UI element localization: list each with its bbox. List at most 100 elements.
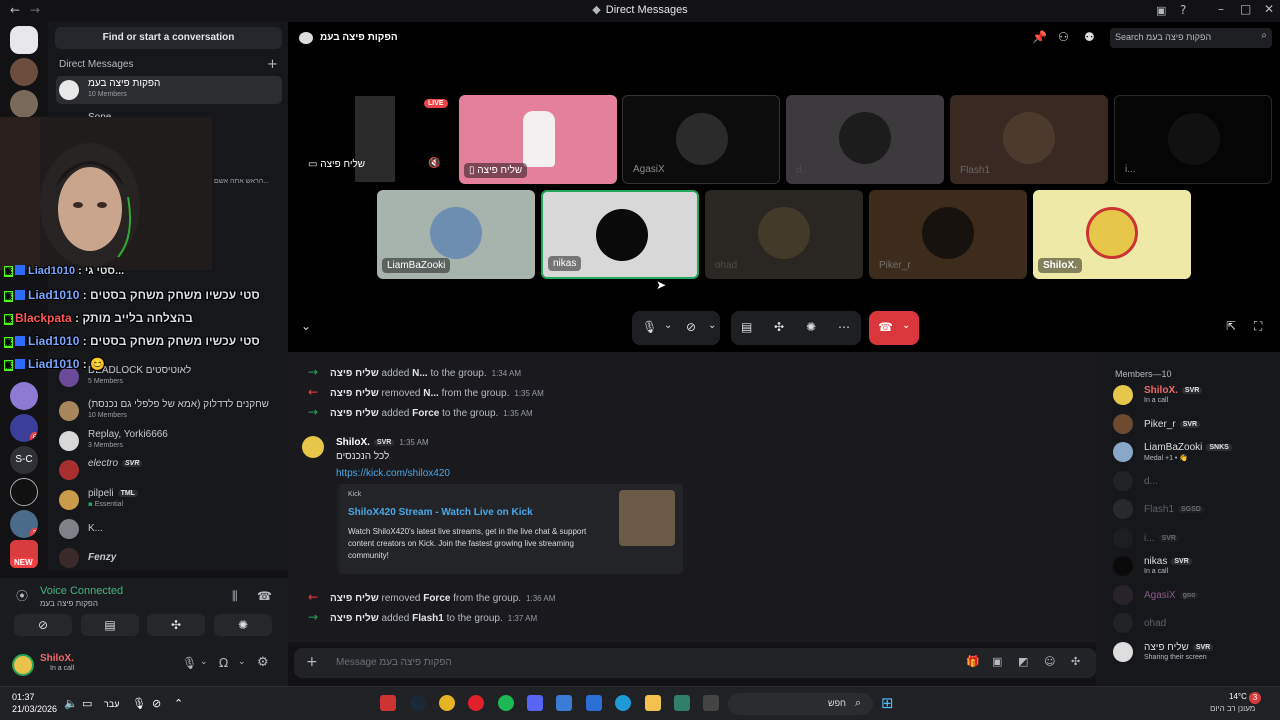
- input-language[interactable]: עבר: [104, 699, 119, 709]
- edge-icon[interactable]: [615, 695, 631, 711]
- add-dm-icon[interactable]: +: [267, 58, 278, 71]
- store-icon[interactable]: [586, 695, 602, 711]
- server-avatar[interactable]: [10, 58, 38, 86]
- dm-item[interactable]: Fenzy: [56, 544, 282, 572]
- fullscreen-icon[interactable]: ⛶: [1254, 320, 1262, 332]
- app-icon[interactable]: [674, 695, 690, 711]
- video-tile[interactable]: Flash1: [950, 95, 1108, 184]
- dm-item[interactable]: electro SVR: [56, 456, 282, 484]
- chevron-down-icon[interactable]: ⌄: [238, 658, 246, 667]
- server-avatar[interactable]: [10, 478, 38, 506]
- member-item[interactable]: AgasiX goo: [1113, 582, 1278, 608]
- chrome-icon[interactable]: [439, 695, 455, 711]
- embed-title[interactable]: ShiloX420 Stream - Watch Live on Kick: [348, 507, 533, 518]
- disconnect-icon[interactable]: ☎: [257, 590, 272, 602]
- help-icon[interactable]: ?: [1180, 4, 1186, 16]
- member-item[interactable]: Flash1 SGSD: [1113, 496, 1278, 522]
- collapse-chevron-icon[interactable]: ⌄: [301, 320, 311, 332]
- member-item[interactable]: שליח פיצה SVR Sharing their screen: [1113, 639, 1278, 665]
- server-avatar[interactable]: [10, 382, 38, 410]
- dm-item[interactable]: שחקנים לדדלוק (אמא של פלפלי גם נכנסת) 10…: [56, 397, 282, 425]
- message-avatar[interactable]: [302, 436, 324, 458]
- soundboard-wave-icon[interactable]: ⫼: [232, 590, 238, 602]
- sticker-icon[interactable]: ◩: [1018, 656, 1028, 667]
- search-input[interactable]: Search הפקות פיצה בעמ ⌕: [1110, 28, 1272, 48]
- screen-share-preview[interactable]: LIVE ▭ שליח פיצה 🔇: [300, 94, 456, 184]
- apps-icon[interactable]: ✣: [1071, 656, 1080, 667]
- video-tile[interactable]: d...: [786, 95, 944, 184]
- file-explorer-icon[interactable]: [645, 695, 661, 711]
- gift-icon[interactable]: 🎁: [966, 656, 980, 667]
- dm-item[interactable]: K...: [56, 515, 282, 543]
- member-item[interactable]: i... SVR: [1113, 525, 1278, 551]
- voice-channel[interactable]: הפקות פיצה בעמ: [40, 599, 98, 608]
- video-tile[interactable]: AgasiX: [622, 95, 780, 184]
- video-tile[interactable]: ▯ שליח פיצה: [459, 95, 617, 184]
- dm-item[interactable]: Replay, Yorki6666 3 Members: [56, 427, 282, 455]
- popout-icon[interactable]: ⇱: [1226, 320, 1236, 332]
- app-icon[interactable]: [556, 695, 572, 711]
- opera-icon[interactable]: [468, 695, 484, 711]
- clock-time[interactable]: 01:37: [12, 692, 35, 702]
- message-composer[interactable]: + Message הפקות פיצה בעמ 🎁 ▣ ◩ ☺ ✣: [294, 648, 1096, 678]
- user-avatar[interactable]: [12, 654, 34, 676]
- member-item[interactable]: d...: [1113, 468, 1278, 494]
- member-item[interactable]: Piker_r SVR: [1113, 411, 1278, 437]
- notification-badge[interactable]: 3: [1249, 692, 1261, 704]
- screen-share-button[interactable]: ▤: [81, 614, 139, 636]
- member-item[interactable]: ohad: [1113, 610, 1278, 636]
- maximize-icon[interactable]: □: [1240, 3, 1251, 15]
- video-tile[interactable]: LiamBaZooki: [377, 190, 535, 279]
- inbox-icon[interactable]: ▣: [1156, 5, 1166, 16]
- screen-share-icon[interactable]: ▤: [741, 321, 752, 333]
- member-item[interactable]: nikas SVR In a call: [1113, 553, 1278, 579]
- server-sc[interactable]: S-C: [10, 446, 38, 474]
- tray-chevron-icon[interactable]: ⌃: [174, 698, 183, 709]
- pin-icon[interactable]: 📌: [1032, 31, 1047, 43]
- member-item[interactable]: LiamBaZooki SNKS Medal +1 • 👋: [1113, 439, 1278, 465]
- tray-app-icon[interactable]: ⊘: [152, 698, 161, 709]
- call-actions[interactable]: ▤ ✣ ✺ ⋯: [731, 311, 861, 345]
- add-friends-icon[interactable]: ⚇: [1058, 31, 1069, 43]
- home-button[interactable]: [10, 26, 38, 54]
- clock-date[interactable]: 21/03/2026: [12, 704, 57, 714]
- gif-icon[interactable]: ▣: [992, 656, 1002, 667]
- camera-off-button[interactable]: ⊘: [14, 614, 72, 636]
- server-avatar[interactable]: [10, 90, 38, 118]
- member-list-icon[interactable]: ⚉: [1084, 31, 1095, 43]
- activities-button[interactable]: ✣: [147, 614, 205, 636]
- video-tile[interactable]: ShiloX.: [1033, 190, 1191, 279]
- discord-icon[interactable]: [527, 695, 543, 711]
- find-conversation-button[interactable]: Find or start a conversation: [55, 27, 282, 49]
- video-tile[interactable]: nikas: [541, 190, 699, 279]
- message-link[interactable]: https://kick.com/shilox420: [336, 468, 450, 479]
- plus-icon[interactable]: +: [306, 655, 318, 669]
- windows-start-icon[interactable]: ⊞: [881, 696, 894, 711]
- minimize-icon[interactable]: –: [1218, 3, 1224, 15]
- app-icon[interactable]: [703, 695, 719, 711]
- activities-icon[interactable]: ✣: [774, 321, 784, 333]
- weather-desc[interactable]: מעונן רב היום: [1210, 704, 1255, 713]
- video-tile[interactable]: ohad: [705, 190, 863, 279]
- close-icon[interactable]: ✕: [1264, 3, 1274, 15]
- volume-icon[interactable]: 🔈: [64, 698, 78, 709]
- steam-icon[interactable]: [410, 695, 426, 711]
- weather-temp[interactable]: 14°C: [1229, 692, 1247, 701]
- soundboard-icon[interactable]: ✺: [806, 321, 816, 333]
- taskbar-search[interactable]: חפש ⌕: [728, 693, 873, 715]
- app-icon[interactable]: [380, 695, 396, 711]
- headphones-icon[interactable]: Ω: [219, 657, 228, 669]
- mic-control[interactable]: 🎙 ⌄ ⊘ ⌄: [632, 311, 720, 345]
- microphone-icon[interactable]: 🎙: [182, 657, 197, 669]
- settings-gear-icon[interactable]: ⚙: [257, 656, 269, 669]
- dm-item-group[interactable]: הפקות פיצה בעמ 10 Members: [56, 76, 282, 104]
- member-item[interactable]: ShiloX. SVR In a call: [1113, 382, 1278, 408]
- embed-thumbnail[interactable]: [619, 490, 675, 546]
- server-avatar[interactable]: 6: [10, 414, 38, 442]
- more-icon[interactable]: ⋯: [838, 321, 850, 333]
- server-avatar[interactable]: 3: [10, 510, 38, 538]
- spotify-icon[interactable]: [498, 695, 514, 711]
- message-author[interactable]: ShiloX.: [336, 437, 370, 448]
- chevron-down-icon[interactable]: ⌄: [200, 658, 208, 667]
- video-tile[interactable]: i...: [1114, 95, 1272, 184]
